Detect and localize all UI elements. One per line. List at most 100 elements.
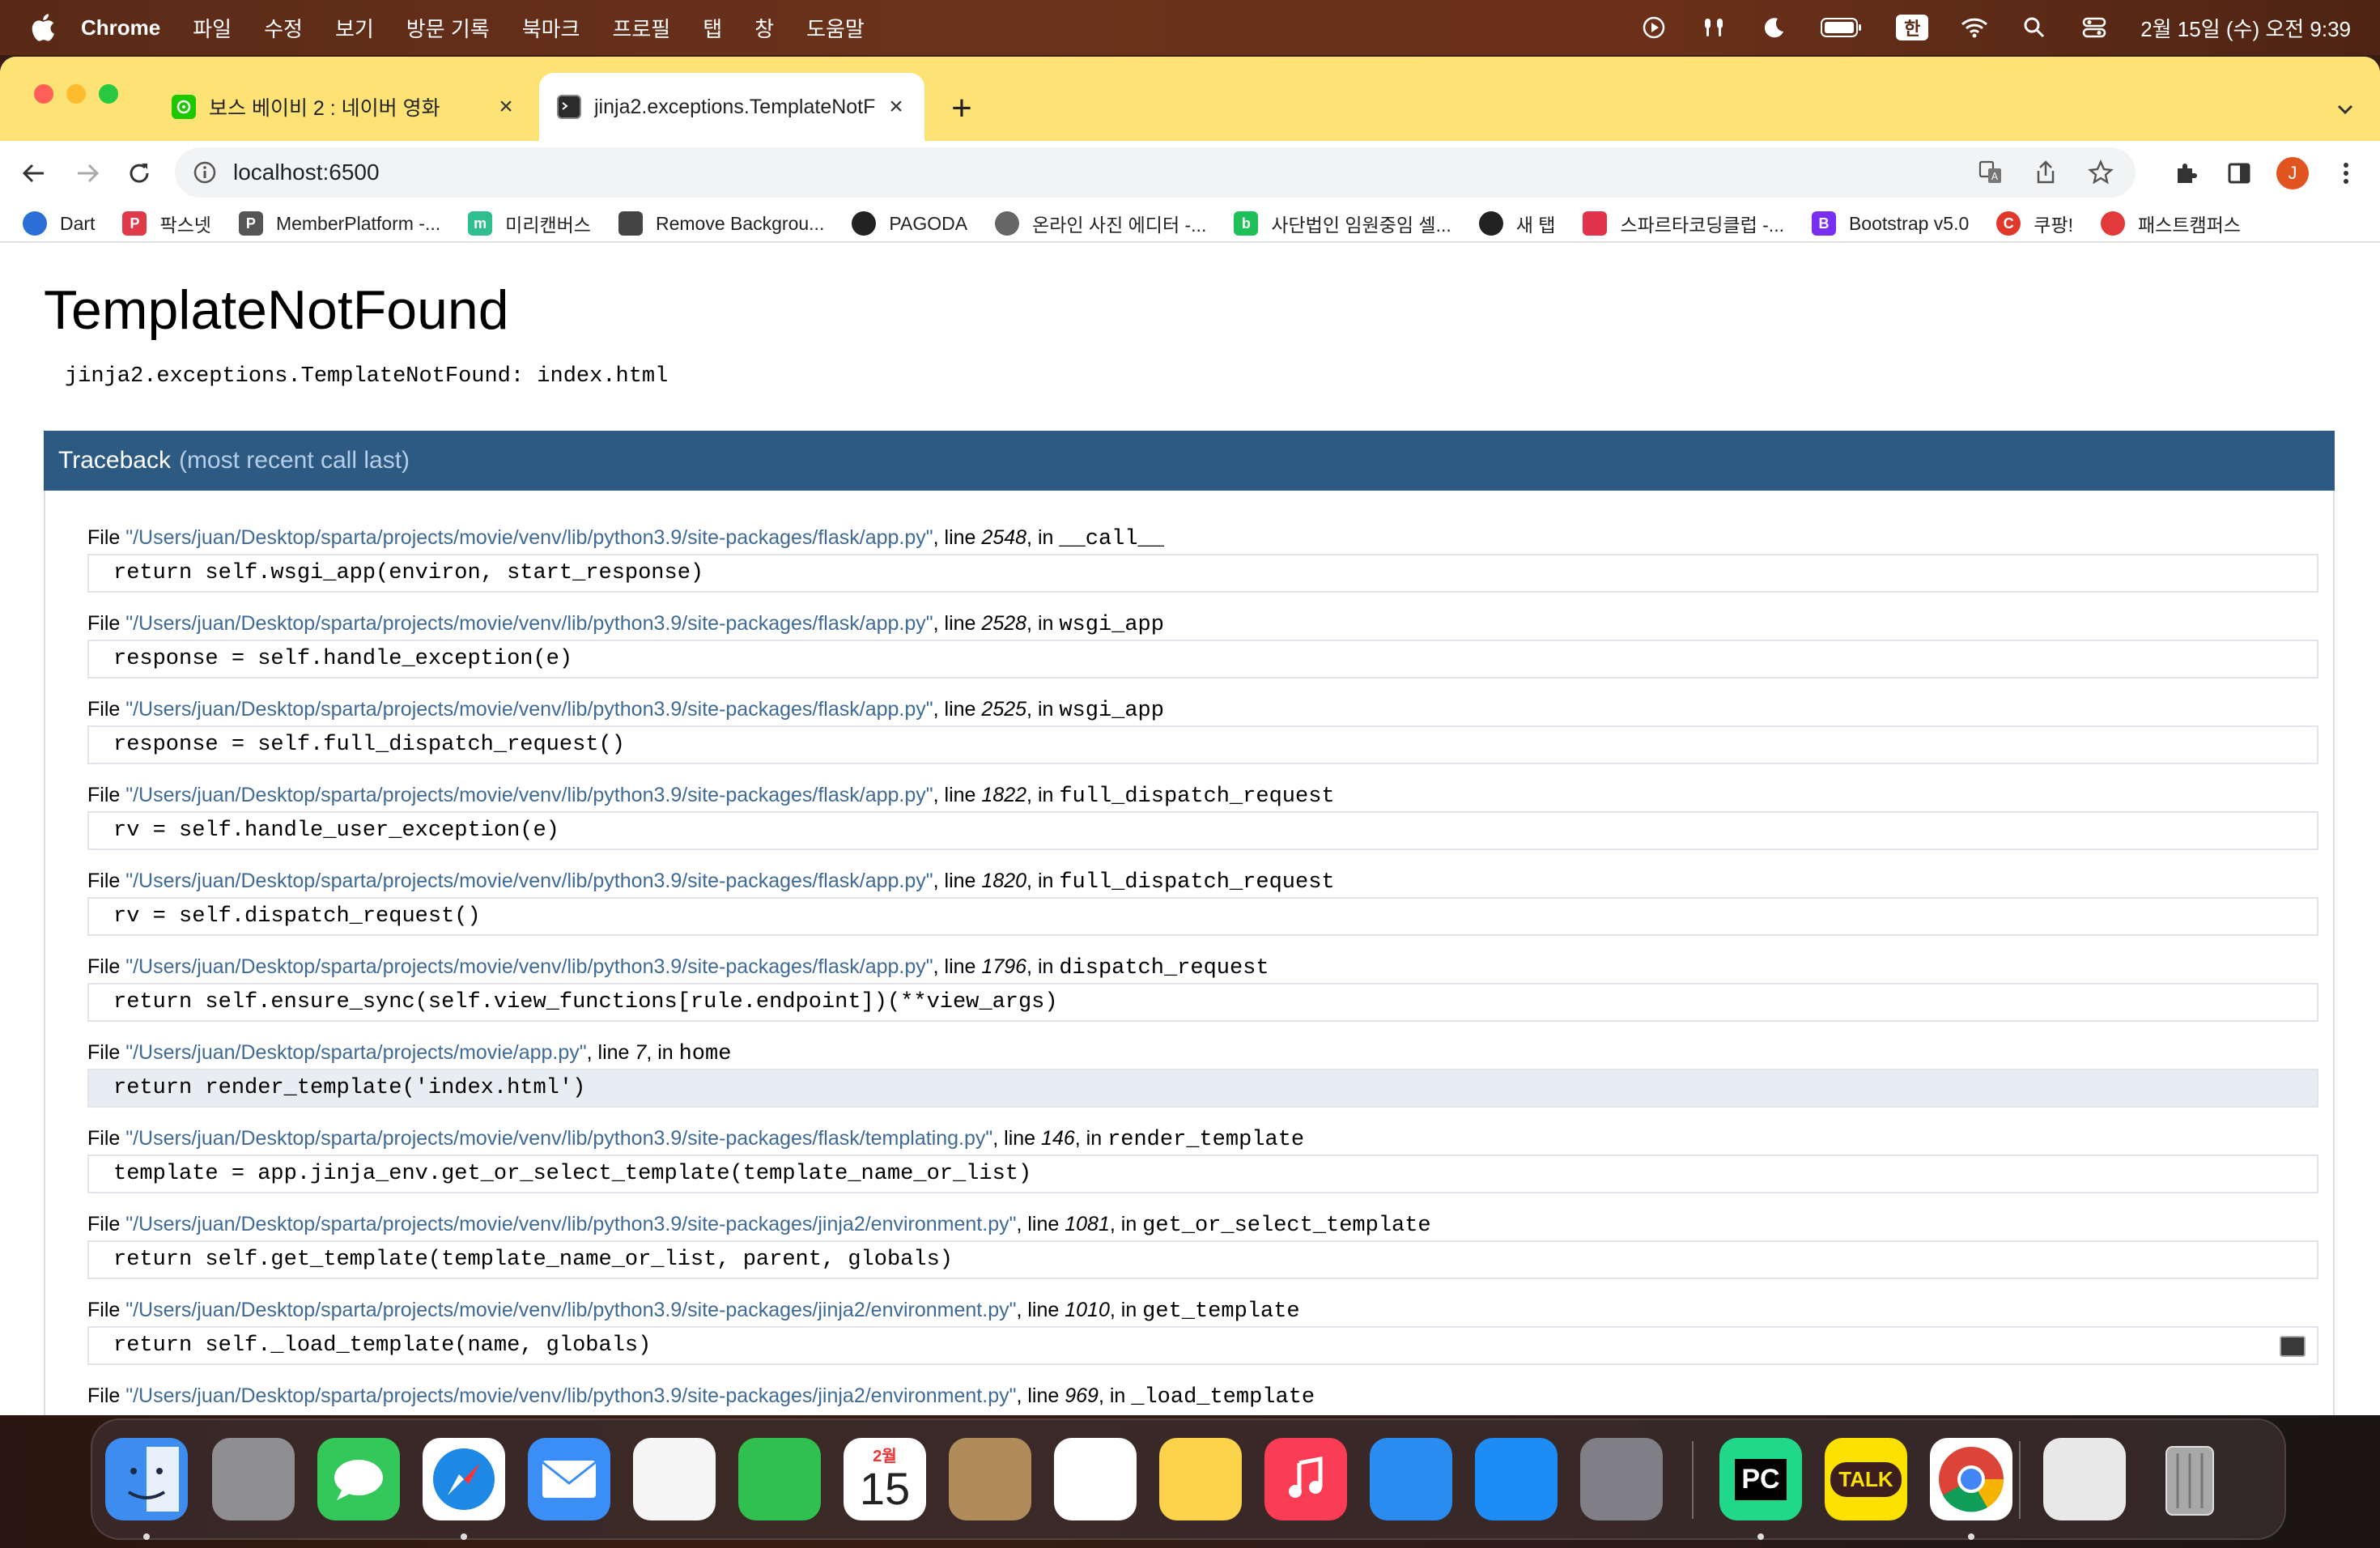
bookmark-item[interactable]: C 쿠팡!: [1996, 210, 2073, 237]
play-circle-icon[interactable]: [1640, 14, 1668, 41]
safari-icon[interactable]: [423, 1438, 505, 1520]
bookmark-item[interactable]: PAGODA: [852, 211, 967, 236]
close-tab-icon[interactable]: ×: [494, 93, 518, 120]
file-path[interactable]: "/Users/juan/Desktop/sparta/projects/mov…: [125, 1299, 1016, 1321]
bookmark-item[interactable]: Dart: [23, 211, 95, 236]
source-line[interactable]: return self._load_template(name, globals…: [87, 1326, 2318, 1365]
messages-icon[interactable]: [317, 1438, 400, 1520]
side-panel-icon[interactable]: [2223, 157, 2255, 189]
menu-app-chrome[interactable]: Chrome: [81, 15, 160, 40]
new-tab-plus-icon[interactable]: +: [944, 91, 980, 128]
keynote-icon[interactable]: [1370, 1438, 1452, 1520]
close-tab-icon[interactable]: ×: [884, 93, 908, 120]
bookmark-label: 쿠팡!: [2034, 215, 2073, 236]
apple-icon[interactable]: [31, 14, 55, 41]
source-line[interactable]: return self.get_template(template_name_o…: [87, 1240, 2318, 1279]
kakaotalk-icon[interactable]: TALK: [1825, 1438, 1907, 1520]
bookmark-label: 새 탭: [1515, 215, 1556, 236]
extensions-puzzle-icon[interactable]: [2170, 157, 2202, 189]
battery-icon[interactable]: [1820, 14, 1864, 41]
bookmark-item[interactable]: B Bootstrap v5.0: [1811, 211, 1969, 236]
preview-icon[interactable]: [2043, 1438, 2126, 1520]
mail-icon[interactable]: [528, 1438, 610, 1520]
bookmark-item[interactable]: b 사단법인 임원중임 셀...: [1234, 210, 1451, 237]
finder-icon[interactable]: [105, 1438, 188, 1520]
tab-template-not-found[interactable]: jinja2.exceptions.TemplateNotFound ×: [539, 73, 924, 141]
file-path[interactable]: "/Users/juan/Desktop/sparta/projects/mov…: [125, 870, 933, 892]
launchpad-icon[interactable]: [212, 1438, 295, 1520]
address-bar[interactable]: localhost:6500 A: [175, 147, 2136, 198]
menu-bookmarks[interactable]: 북마크: [522, 13, 580, 43]
photos-icon[interactable]: [633, 1438, 716, 1520]
chrome-icon[interactable]: [1930, 1438, 2012, 1520]
airpods-icon[interactable]: [1700, 14, 1728, 41]
source-line[interactable]: response = self.handle_exception(e): [87, 640, 2318, 678]
file-path[interactable]: "/Users/juan/Desktop/sparta/projects/mov…: [125, 1384, 1016, 1407]
menu-window[interactable]: 창: [754, 13, 774, 43]
wifi-icon[interactable]: [1961, 14, 1988, 41]
file-path[interactable]: "/Users/juan/Desktop/sparta/projects/mov…: [125, 955, 933, 978]
control-center-icon[interactable]: [2080, 14, 2108, 41]
tab-naver-movie[interactable]: 보스 베이비 2 : 네이버 영화 ×: [154, 73, 534, 141]
bookmark-favicon-icon: B: [1811, 211, 1836, 236]
file-path[interactable]: "/Users/juan/Desktop/sparta/projects/mov…: [125, 784, 933, 806]
menu-tab[interactable]: 탭: [703, 13, 722, 43]
source-line[interactable]: rv = self.handle_user_exception(e): [87, 811, 2318, 850]
url-text[interactable]: localhost:6500: [233, 159, 380, 185]
menubar-clock[interactable]: 2월 15일 (수) 오전 9:39: [2140, 13, 2351, 43]
reminders-icon[interactable]: [1054, 1438, 1137, 1520]
menu-history[interactable]: 방문 기록: [406, 13, 490, 43]
pycharm-icon[interactable]: PC: [1719, 1438, 1802, 1520]
bookmark-item[interactable]: Remove Backgrou...: [618, 211, 824, 236]
bookmark-item[interactable]: 패스트캠퍼스: [2101, 210, 2241, 237]
app-store-icon[interactable]: [1475, 1438, 1558, 1520]
bookmark-item[interactable]: m 미리캔버스: [468, 210, 591, 237]
file-path[interactable]: "/Users/juan/Desktop/sparta/projects/mov…: [125, 526, 933, 549]
bookmark-item[interactable]: P MemberPlatform -...: [238, 211, 440, 236]
bookmark-item[interactable]: 스파르타코딩클럽 -...: [1583, 210, 1784, 237]
file-path[interactable]: "/Users/juan/Desktop/sparta/projects/mov…: [125, 698, 933, 721]
input-method-indicator[interactable]: 한: [1896, 15, 1929, 40]
translate-icon[interactable]: A: [1975, 157, 2006, 188]
source-line[interactable]: template = app.jinja_env.get_or_select_t…: [87, 1155, 2318, 1193]
bookmark-star-icon[interactable]: [2085, 157, 2116, 188]
menu-edit[interactable]: 수정: [264, 13, 303, 43]
more-menu-icon[interactable]: [2330, 157, 2362, 189]
zoom-window-button[interactable]: [99, 84, 118, 104]
calendar-icon[interactable]: 2월 15: [844, 1438, 926, 1520]
trash-icon[interactable]: [2148, 1438, 2231, 1520]
back-arrow-icon[interactable]: [18, 157, 50, 189]
close-window-button[interactable]: [34, 84, 53, 104]
reload-icon[interactable]: [123, 157, 155, 189]
facetime-icon[interactable]: [738, 1438, 821, 1520]
source-line[interactable]: response = self.full_dispatch_request(): [87, 725, 2318, 764]
minimize-window-button[interactable]: [66, 84, 86, 104]
menu-view[interactable]: 보기: [335, 13, 374, 43]
bookmark-item[interactable]: P 팍스넷: [122, 210, 211, 237]
chevron-down-icon[interactable]: [2333, 97, 2357, 121]
open-console-icon[interactable]: [2280, 1336, 2306, 1357]
share-icon[interactable]: [2030, 157, 2061, 188]
file-path[interactable]: "/Users/juan/Desktop/sparta/projects/mov…: [125, 1127, 992, 1150]
file-path[interactable]: "/Users/juan/Desktop/sparta/projects/mov…: [125, 612, 933, 635]
system-preferences-icon[interactable]: [1580, 1438, 1663, 1520]
forward-arrow-icon[interactable]: [71, 157, 104, 189]
file-path[interactable]: "/Users/juan/Desktop/sparta/projects/mov…: [125, 1213, 1016, 1235]
contacts-icon[interactable]: [949, 1438, 1031, 1520]
music-icon[interactable]: [1264, 1438, 1347, 1520]
moon-icon[interactable]: [1760, 14, 1787, 41]
notes-icon[interactable]: [1159, 1438, 1242, 1520]
menu-file[interactable]: 파일: [193, 13, 232, 43]
source-line[interactable]: return self.wsgi_app(environ, start_resp…: [87, 554, 2318, 593]
menu-profiles[interactable]: 프로필: [612, 13, 670, 43]
bookmark-item[interactable]: 새 탭: [1478, 210, 1556, 237]
file-path[interactable]: "/Users/juan/Desktop/sparta/projects/mov…: [125, 1041, 586, 1064]
source-line[interactable]: return self.ensure_sync(self.view_functi…: [87, 983, 2318, 1022]
spotlight-search-icon[interactable]: [2021, 14, 2048, 41]
source-line[interactable]: return render_template('index.html'): [87, 1069, 2318, 1108]
site-info-icon[interactable]: [193, 160, 217, 185]
bookmark-item[interactable]: 온라인 사진 에디터 -...: [995, 210, 1206, 237]
source-line[interactable]: rv = self.dispatch_request(): [87, 897, 2318, 936]
menu-help[interactable]: 도움말: [806, 13, 865, 43]
profile-avatar[interactable]: J: [2276, 157, 2309, 189]
